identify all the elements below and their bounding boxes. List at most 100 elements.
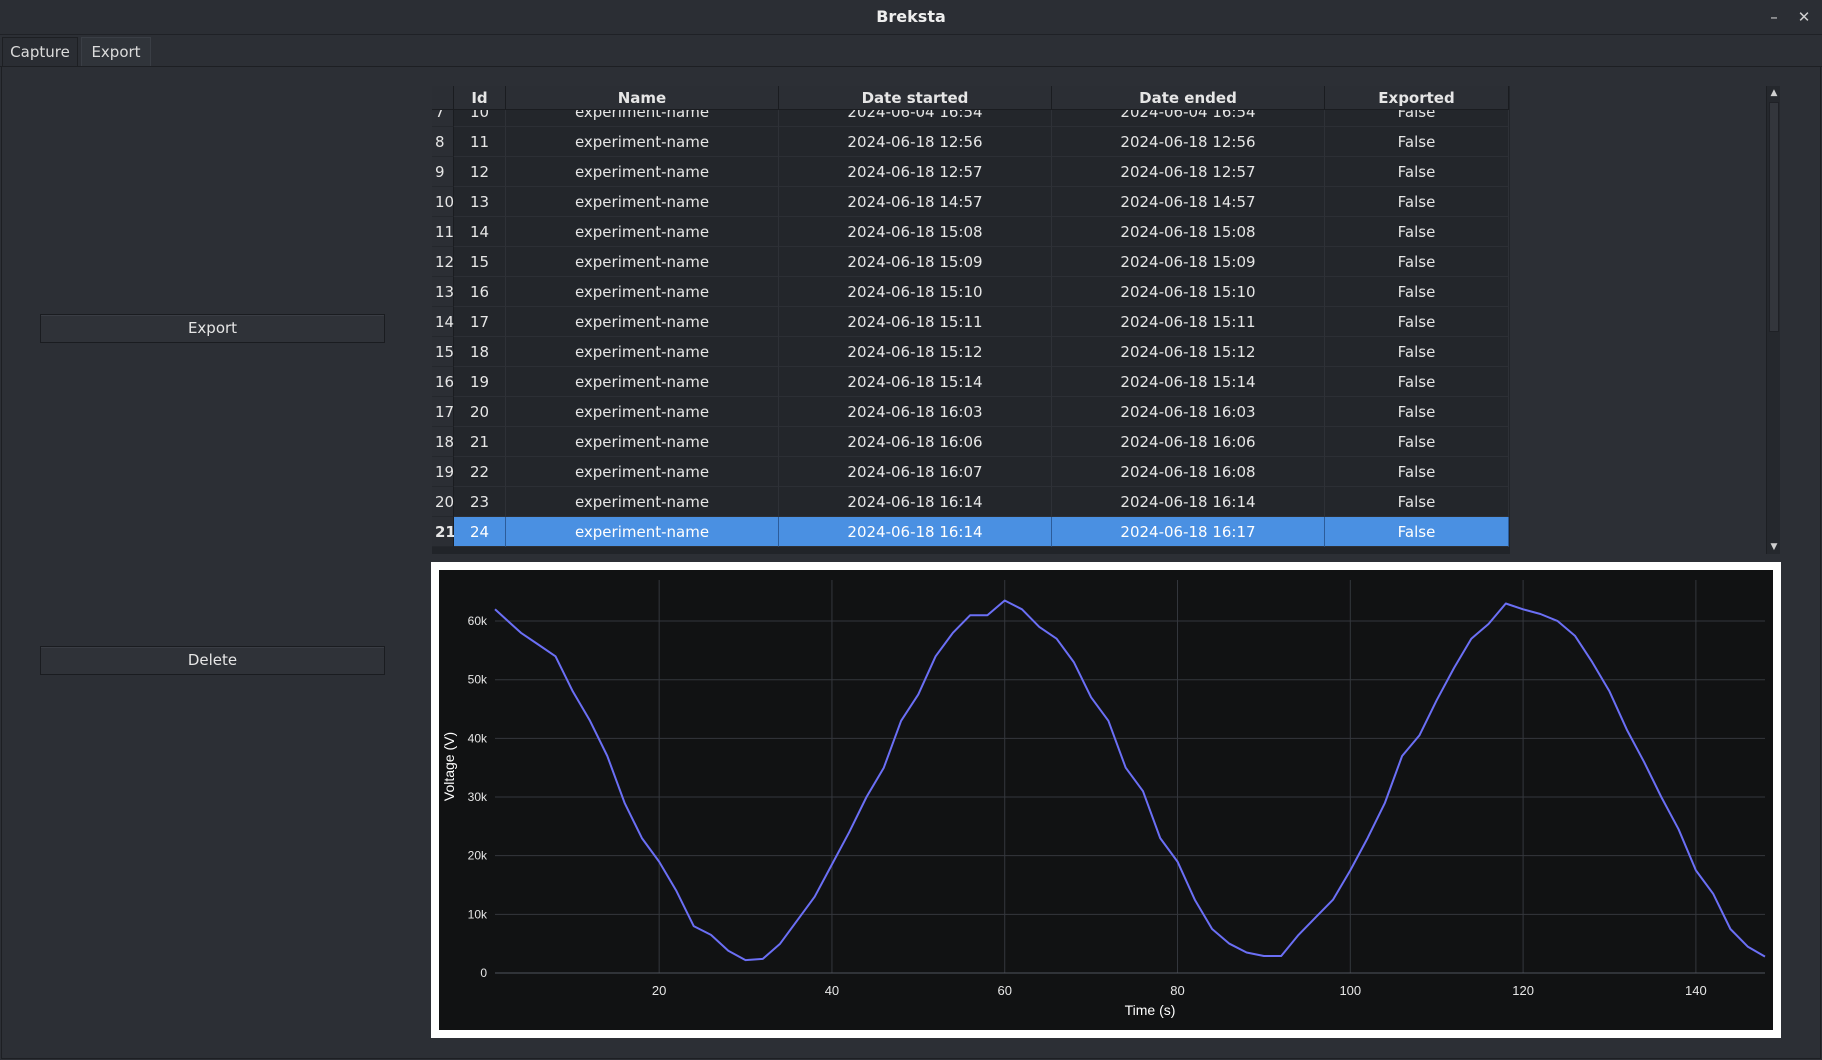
- column-header[interactable]: Exported: [1325, 86, 1509, 110]
- table-cell-end[interactable]: 2024-06-18 16:03: [1052, 397, 1325, 427]
- table-cell-start[interactable]: 2024-06-18 15:08: [779, 217, 1052, 247]
- table-cell-id[interactable]: 16: [454, 277, 506, 307]
- table-cell-end[interactable]: 2024-06-18 12:57: [1052, 157, 1325, 187]
- table-cell-exported[interactable]: False: [1325, 217, 1509, 247]
- table-cell-end[interactable]: 2024-06-18 15:11: [1052, 307, 1325, 337]
- table-cell-start[interactable]: 2024-06-18 16:14: [779, 517, 1052, 547]
- table-cell-exported[interactable]: False: [1325, 187, 1509, 217]
- table-row[interactable]: 9 12 experiment-name 2024-06-18 12:57 2024-0…: [432, 157, 1510, 187]
- scrollbar-thumb[interactable]: [1769, 102, 1779, 332]
- table-cell-name[interactable]: experiment-name: [506, 187, 779, 217]
- table-cell-start[interactable]: 2024-06-18 15:12: [779, 337, 1052, 367]
- table-cell-end[interactable]: 2024-06-18 15:08: [1052, 217, 1325, 247]
- table-row[interactable]: 14 17 experiment-name 2024-06-18 15:11 2024-…: [432, 307, 1510, 337]
- table-cell-id[interactable]: 18: [454, 337, 506, 367]
- table-row[interactable]: 12 15 experiment-name 2024-06-18 15:09 2024-…: [432, 247, 1510, 277]
- table-cell-end[interactable]: 2024-06-18 14:57: [1052, 187, 1325, 217]
- table-cell-start[interactable]: 2024-06-18 14:57: [779, 187, 1052, 217]
- scroll-down-icon[interactable]: ▼: [1767, 540, 1781, 554]
- table-cell-id[interactable]: 11: [454, 127, 506, 157]
- table-cell-exported[interactable]: False: [1325, 127, 1509, 157]
- table-row[interactable]: 19 22 experiment-name 2024-06-18 16:07 2024-…: [432, 457, 1510, 487]
- table-cell-exported[interactable]: False: [1325, 337, 1509, 367]
- row-number[interactable]: 13: [432, 277, 454, 307]
- row-number[interactable]: 14: [432, 307, 454, 337]
- table-cell-exported[interactable]: False: [1325, 457, 1509, 487]
- table-cell-end[interactable]: 2024-06-18 15:12: [1052, 337, 1325, 367]
- table-cell-start[interactable]: 2024-06-18 12:57: [779, 157, 1052, 187]
- table-cell-name[interactable]: experiment-name: [506, 277, 779, 307]
- table-cell-start[interactable]: 2024-06-18 15:11: [779, 307, 1052, 337]
- table-cell-exported[interactable]: False: [1325, 157, 1509, 187]
- table-cell-start[interactable]: 2024-06-18 16:14: [779, 487, 1052, 517]
- table-cell-name[interactable]: experiment-name: [506, 337, 779, 367]
- table-cell-name[interactable]: experiment-name: [506, 367, 779, 397]
- table-cell-start[interactable]: 2024-06-18 16:03: [779, 397, 1052, 427]
- row-number[interactable]: 15: [432, 337, 454, 367]
- table-row[interactable]: 20 23 experiment-name 2024-06-18 16:14 2024-…: [432, 487, 1510, 517]
- table-cell-id[interactable]: 20: [454, 397, 506, 427]
- minimize-icon[interactable]: –: [1764, 7, 1784, 27]
- row-number[interactable]: 8: [432, 127, 454, 157]
- column-header[interactable]: Id: [454, 86, 506, 110]
- row-number[interactable]: 19: [432, 457, 454, 487]
- table-row[interactable]: 10 13 experiment-name 2024-06-18 14:57 2024-…: [432, 187, 1510, 217]
- table-cell-name[interactable]: experiment-name: [506, 217, 779, 247]
- table-cell-start[interactable]: 2024-06-18 15:10: [779, 277, 1052, 307]
- table-cell-name[interactable]: experiment-name: [506, 427, 779, 457]
- row-number[interactable]: 17: [432, 397, 454, 427]
- delete-button[interactable]: Delete: [40, 646, 385, 675]
- table-cell-start[interactable]: 2024-06-18 15:09: [779, 247, 1052, 277]
- tab-capture[interactable]: Capture: [2, 37, 78, 67]
- table-cell-end[interactable]: 2024-06-18 15:10: [1052, 277, 1325, 307]
- scroll-up-icon[interactable]: ▲: [1767, 86, 1781, 100]
- export-button[interactable]: Export: [40, 314, 385, 343]
- row-number[interactable]: 20: [432, 487, 454, 517]
- table-cell-exported[interactable]: False: [1325, 277, 1509, 307]
- table-cell-end[interactable]: 2024-06-18 12:56: [1052, 127, 1325, 157]
- table-cell-exported[interactable]: False: [1325, 427, 1509, 457]
- table-cell-id[interactable]: 12: [454, 157, 506, 187]
- table-cell-id[interactable]: 15: [454, 247, 506, 277]
- table-row[interactable]: 18 21 experiment-name 2024-06-18 16:06 2024-…: [432, 427, 1510, 457]
- column-header[interactable]: Date ended: [1052, 86, 1325, 110]
- table-row[interactable]: 21 24 experiment-name 2024-06-18 16:14 2024-…: [432, 517, 1510, 547]
- table-cell-end[interactable]: 2024-06-18 15:14: [1052, 367, 1325, 397]
- row-number[interactable]: 21: [432, 517, 456, 547]
- table-row[interactable]: 13 16 experiment-name 2024-06-18 15:10 2024-…: [432, 277, 1510, 307]
- column-header[interactable]: Name: [506, 86, 779, 110]
- table-cell-start[interactable]: 2024-06-18 16:07: [779, 457, 1052, 487]
- table-cell-name[interactable]: experiment-name: [506, 397, 779, 427]
- table-cell-id[interactable]: 21: [454, 427, 506, 457]
- table-cell-end[interactable]: 2024-06-18 15:09: [1052, 247, 1325, 277]
- table-cell-start[interactable]: 2024-06-18 12:56: [779, 127, 1052, 157]
- table-cell-name[interactable]: experiment-name: [506, 247, 779, 277]
- table-cell-exported[interactable]: False: [1325, 307, 1509, 337]
- table-row[interactable]: 16 19 experiment-name 2024-06-18 15:14 2024-…: [432, 367, 1510, 397]
- row-number[interactable]: 11: [432, 217, 454, 247]
- table-cell-exported[interactable]: False: [1325, 367, 1509, 397]
- table-cell-exported[interactable]: False: [1325, 247, 1509, 277]
- table-cell-start[interactable]: 2024-06-18 16:06: [779, 427, 1052, 457]
- table-cell-end[interactable]: 2024-06-18 16:08: [1052, 457, 1325, 487]
- close-icon[interactable]: ✕: [1794, 7, 1814, 27]
- column-header[interactable]: Date started: [779, 86, 1052, 110]
- table-corner[interactable]: [432, 86, 454, 110]
- tab-export[interactable]: Export: [81, 37, 151, 67]
- table-cell-end[interactable]: 2024-06-18 16:14: [1052, 487, 1325, 517]
- table-cell-id[interactable]: 23: [454, 487, 506, 517]
- row-number[interactable]: 12: [432, 247, 454, 277]
- table-cell-name[interactable]: experiment-name: [506, 457, 779, 487]
- table-cell-end[interactable]: 2024-06-18 16:17: [1052, 517, 1325, 547]
- row-number[interactable]: 9: [432, 157, 454, 187]
- table-cell-exported[interactable]: False: [1325, 517, 1509, 547]
- table-row[interactable]: 11 14 experiment-name 2024-06-18 15:08 2024-…: [432, 217, 1510, 247]
- row-number[interactable]: 10: [432, 187, 454, 217]
- table-row[interactable]: 17 20 experiment-name 2024-06-18 16:03 2024-…: [432, 397, 1510, 427]
- table-cell-exported[interactable]: False: [1325, 397, 1509, 427]
- table-cell-exported[interactable]: False: [1325, 487, 1509, 517]
- table-scrollbar[interactable]: ▲ ▼: [1766, 86, 1780, 554]
- table-cell-name[interactable]: experiment-name: [506, 307, 779, 337]
- table-cell-id[interactable]: 14: [454, 217, 506, 247]
- table-cell-id[interactable]: 13: [454, 187, 506, 217]
